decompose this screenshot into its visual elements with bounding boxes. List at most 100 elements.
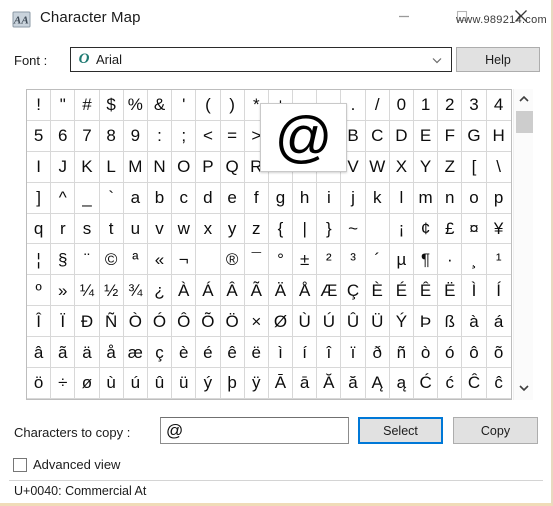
character-cell[interactable]: j [341, 182, 366, 214]
character-cell[interactable]: ú [123, 368, 148, 399]
character-cell[interactable]: Á [196, 275, 221, 307]
character-cell[interactable]: Ć [414, 368, 439, 399]
minimize-button[interactable] [381, 0, 427, 31]
character-cell[interactable]: Û [341, 306, 366, 338]
character-cell[interactable]: h [293, 182, 318, 214]
character-cell[interactable]: ¶ [414, 244, 439, 276]
character-cell[interactable]: Å [293, 275, 318, 307]
character-cell[interactable]: ô [462, 337, 487, 369]
character-cell[interactable]: à [462, 306, 487, 338]
character-cell[interactable]: Ã [244, 275, 269, 307]
character-cell[interactable]: Ì [462, 275, 487, 307]
character-cell[interactable]: 8 [99, 120, 124, 152]
character-cell[interactable]: ý [196, 368, 221, 399]
character-cell[interactable]: ó [438, 337, 463, 369]
character-cell[interactable]: 7 [75, 120, 100, 152]
character-cell[interactable]: _ [75, 182, 100, 214]
character-cell[interactable]: ( [196, 90, 221, 121]
character-cell[interactable]: õ [486, 337, 511, 369]
character-cell[interactable]: t [99, 213, 124, 245]
character-cell[interactable]: F [438, 120, 463, 152]
character-cell[interactable]: Ø [268, 306, 294, 338]
character-cell[interactable]: f [244, 182, 269, 214]
character-cell[interactable] [365, 213, 390, 245]
character-cell[interactable]: L [99, 151, 124, 183]
chevron-down-icon[interactable] [429, 52, 445, 68]
character-cell[interactable]: á [486, 306, 511, 338]
character-cell[interactable]: ß [438, 306, 463, 338]
character-cell[interactable]: ¡ [389, 213, 414, 245]
character-cell[interactable]: Ò [123, 306, 148, 338]
character-cell[interactable]: 5 [27, 120, 52, 152]
character-cell[interactable]: « [147, 244, 173, 276]
character-cell[interactable]: ¯ [244, 244, 269, 276]
character-cell[interactable]: Æ [317, 275, 342, 307]
character-cell[interactable]: 6 [51, 120, 76, 152]
character-cell[interactable]: p [486, 182, 511, 214]
character-cell[interactable]: Ù [293, 306, 318, 338]
character-cell[interactable]: ¬ [172, 244, 197, 276]
character-cell[interactable]: © [99, 244, 124, 276]
character-cell[interactable]: ð [365, 337, 390, 369]
character-cell[interactable]: ¥ [486, 213, 511, 245]
character-cell[interactable]: å [99, 337, 124, 369]
select-button[interactable]: Select [358, 417, 443, 444]
character-cell[interactable]: M [123, 151, 148, 183]
character-cell[interactable]: K [75, 151, 100, 183]
character-cell[interactable]: $ [99, 90, 124, 121]
character-cell[interactable]: · [438, 244, 463, 276]
character-cell[interactable]: ¿ [147, 275, 173, 307]
character-cell[interactable]: Ë [438, 275, 463, 307]
character-cell[interactable]: Ĉ [462, 368, 487, 399]
character-cell[interactable]: O [172, 151, 197, 183]
character-cell[interactable]: æ [123, 337, 148, 369]
character-cell[interactable]: Â [220, 275, 245, 307]
character-cell[interactable]: J [51, 151, 76, 183]
character-cell[interactable]: ` [99, 182, 124, 214]
character-cell[interactable]: k [365, 182, 390, 214]
character-cell[interactable]: ñ [389, 337, 414, 369]
character-cell[interactable]: q [27, 213, 52, 245]
character-cell[interactable]: » [51, 275, 76, 307]
character-cell[interactable]: Ú [317, 306, 342, 338]
character-cell[interactable]: ´ [365, 244, 390, 276]
character-cell[interactable]: ä [75, 337, 100, 369]
character-cell[interactable]: e [220, 182, 245, 214]
character-cell[interactable]: Ü [365, 306, 390, 338]
character-cell[interactable]: Ï [51, 306, 76, 338]
character-cell[interactable]: 3 [462, 90, 487, 121]
character-cell[interactable]: ö [27, 368, 52, 399]
character-cell[interactable]: º [27, 275, 52, 307]
character-cell[interactable]: Ç [341, 275, 366, 307]
character-cell[interactable]: E [414, 120, 439, 152]
character-cell[interactable]: Y [414, 151, 439, 183]
character-cell[interactable]: ! [27, 90, 52, 121]
character-cell[interactable]: | [293, 213, 318, 245]
character-cell[interactable]: Z [438, 151, 463, 183]
character-cell[interactable]: u [123, 213, 148, 245]
character-cell[interactable]: Ð [75, 306, 100, 338]
character-cell[interactable]: w [172, 213, 197, 245]
character-cell[interactable]: G [462, 120, 487, 152]
character-cell[interactable]: H [486, 120, 511, 152]
character-cell[interactable]: " [51, 90, 76, 121]
character-cell[interactable]: ¼ [75, 275, 100, 307]
advanced-view-checkbox[interactable] [13, 457, 27, 472]
character-cell[interactable]: 2 [438, 90, 463, 121]
character-cell[interactable]: b [147, 182, 173, 214]
advanced-view-row[interactable]: Advanced view [13, 457, 120, 472]
character-cell[interactable]: £ [438, 213, 463, 245]
character-cell[interactable]: ~ [341, 213, 366, 245]
character-cell[interactable]: ü [172, 368, 197, 399]
character-cell[interactable]: Q [220, 151, 245, 183]
character-cell[interactable]: É [389, 275, 414, 307]
font-select[interactable]: O Arial [70, 47, 452, 72]
character-cell[interactable]: I [27, 151, 52, 183]
character-cell[interactable]: P [196, 151, 221, 183]
character-cell[interactable]: 0 [389, 90, 414, 121]
character-cell[interactable]: X [389, 151, 414, 183]
character-cell[interactable]: ² [317, 244, 342, 276]
character-cell[interactable]: Þ [414, 306, 439, 338]
character-cell[interactable]: ù [99, 368, 124, 399]
character-cell[interactable]: W [365, 151, 390, 183]
